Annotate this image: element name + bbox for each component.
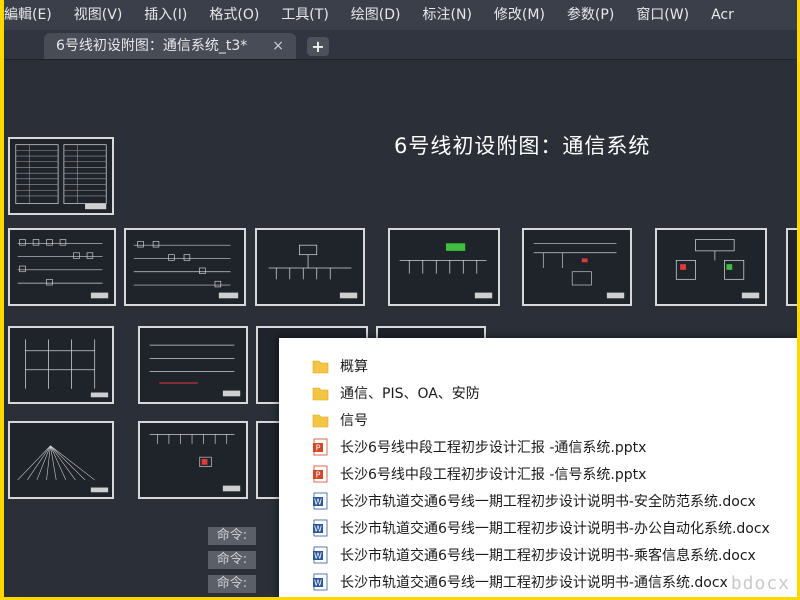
menu-acrobat[interactable]: Acr (700, 0, 745, 30)
drawing-sheet[interactable] (655, 228, 767, 306)
svg-text:W: W (314, 579, 322, 588)
powerpoint-icon: P (313, 465, 328, 483)
document-tab-bar: 6号线初设附图：通信系统_t3* × + (4, 30, 797, 60)
sheet-fan-graphic (17, 445, 109, 493)
menu-view[interactable]: 视图(V) (63, 0, 134, 30)
word-icon: W (313, 573, 328, 591)
menu-format[interactable]: 格式(O) (198, 0, 270, 30)
drawing-sheet[interactable] (8, 421, 114, 499)
sheet-schematic-graphic (17, 239, 109, 299)
list-item[interactable]: 长沙6号线中段工程初步设计汇报 -信号系统.pptx (340, 462, 646, 488)
drawing-sheet[interactable] (138, 326, 248, 404)
list-item[interactable]: 长沙市轨道交通6号线一期工程初步设计说明书-办公自动化系统.docx (340, 516, 770, 542)
svg-text:P: P (316, 444, 321, 453)
drawing-sheet[interactable] (388, 228, 500, 306)
list-item[interactable]: 信号 (340, 408, 368, 434)
menu-modify[interactable]: 修改(M) (483, 0, 556, 30)
menu-window[interactable]: 窗口(W) (625, 0, 700, 30)
word-icon: W (313, 492, 328, 510)
command-prompt: 命令: (208, 575, 256, 593)
list-item[interactable]: 通信、PIS、OA、安防 (340, 381, 480, 407)
sheet-schematic-graphic (133, 241, 239, 299)
list-item[interactable]: 长沙市轨道交通6号线一期工程初步设计说明书-安全防范系统.docx (340, 489, 756, 515)
drawing-sheet[interactable] (255, 228, 365, 306)
autocad-window: 編輯(E) 视图(V) 插入(I) 格式(O) 工具(T) 绘图(D) 标注(N… (4, 0, 797, 597)
drawing-title: 6号线初设附图：通信系统 (394, 134, 651, 158)
drawing-tab-label: 6号线初设附图：通信系统_t3* (56, 38, 248, 54)
sheet-schematic-graphic (533, 242, 625, 299)
sheet-schematic-graphic (149, 344, 241, 397)
list-item[interactable]: 长沙6号线中段工程初步设计汇报 -通信系统.pptx (340, 435, 646, 461)
menu-dimension[interactable]: 标注(N) (412, 0, 483, 30)
drawing-sheet[interactable] (138, 421, 248, 499)
list-item[interactable]: 长沙市轨道交通6号线一期工程初步设计说明书-乘客信息系统.docx (340, 543, 756, 569)
svg-text:W: W (314, 498, 322, 507)
folder-icon (312, 414, 329, 428)
folder-icon (312, 387, 329, 401)
sheet-schematic-graphic (25, 339, 109, 398)
list-item[interactable]: 长沙市轨道交通6号线一期工程初步设计说明书-通信系统.docx (340, 570, 728, 596)
file-list-panel: 概算 通信、PIS、OA、安防 信号 P 长沙6号线中段工程初步设计汇报 -通信… (279, 338, 797, 597)
close-icon[interactable]: × (272, 33, 284, 59)
menu-insert[interactable]: 插入(I) (133, 0, 198, 30)
drawing-sheet[interactable] (522, 228, 632, 306)
svg-text:W: W (314, 552, 322, 561)
menu-parameters[interactable]: 参数(P) (556, 0, 625, 30)
menu-bar: 編輯(E) 视图(V) 插入(I) 格式(O) 工具(T) 绘图(D) 标注(N… (4, 0, 797, 30)
svg-text:W: W (314, 525, 322, 534)
drawing-sheet[interactable] (8, 326, 114, 404)
svg-text:P: P (316, 471, 321, 480)
drawing-tab[interactable]: 6号线初设附图：通信系统_t3* × (44, 33, 296, 59)
drawing-sheet[interactable] (8, 228, 116, 306)
command-prompt: 命令: (208, 527, 256, 545)
list-item[interactable]: 概算 (340, 354, 368, 380)
word-icon: W (313, 519, 328, 537)
add-tab-button[interactable]: + (307, 37, 329, 56)
menu-edit[interactable]: 編輯(E) (4, 0, 63, 30)
word-icon: W (313, 546, 328, 564)
sheet-schematic-graphic (149, 434, 241, 492)
command-prompt: 命令: (208, 551, 256, 569)
sheet-table-graphic (15, 144, 107, 210)
drawing-sheet[interactable] (124, 228, 246, 306)
sheet-schematic-graphic (399, 243, 493, 299)
menu-tools[interactable]: 工具(T) (270, 0, 339, 30)
folder-icon (312, 360, 329, 374)
drawing-sheet[interactable] (786, 228, 797, 306)
sheet-schematic-graphic (268, 244, 358, 299)
watermark: bdocx (730, 573, 790, 594)
menu-draw[interactable]: 绘图(D) (340, 0, 412, 30)
powerpoint-icon: P (313, 438, 328, 456)
sheet-schematic-graphic (675, 239, 760, 299)
drawing-sheet[interactable] (8, 137, 114, 215)
